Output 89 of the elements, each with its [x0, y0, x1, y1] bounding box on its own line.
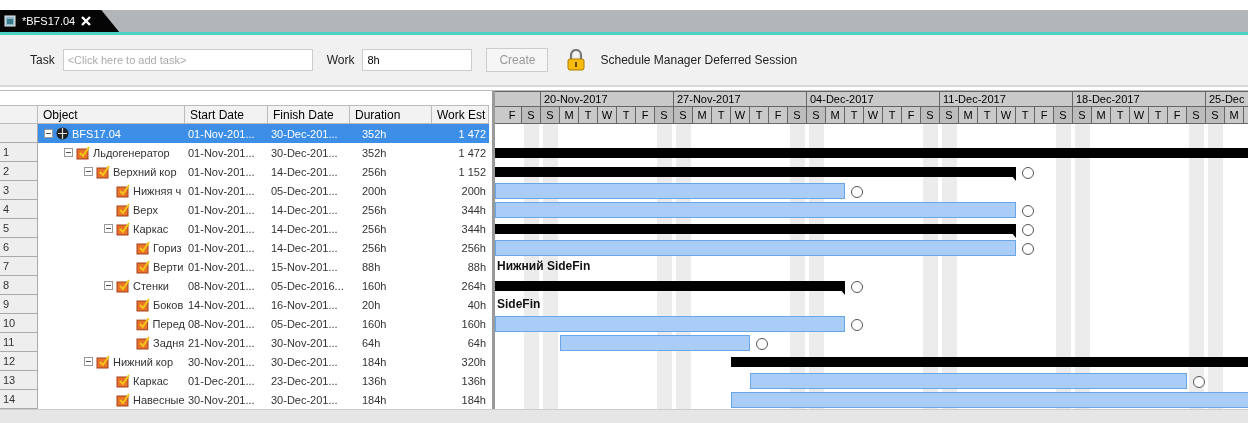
- task-icon: [136, 316, 150, 331]
- row-number: 6: [0, 238, 38, 257]
- week-header: 11-Dec-2017: [940, 91, 1073, 107]
- week-header: 27-Nov-2017: [674, 91, 807, 107]
- task-icon: [76, 145, 90, 160]
- row-number: 9: [0, 295, 38, 314]
- task-icon: [96, 354, 110, 369]
- work-label: Work: [326, 53, 355, 67]
- link-handle[interactable]: [851, 186, 863, 198]
- row-number: 10: [0, 314, 38, 333]
- row-number: 3: [0, 181, 38, 200]
- day-header: S: [940, 107, 959, 123]
- finish-date-cell: 30-Dec-201...: [268, 124, 350, 143]
- week-header: 18-Dec-2017: [1073, 91, 1206, 107]
- day-header: S: [674, 107, 693, 123]
- task-icon: [136, 335, 150, 350]
- link-handle[interactable]: [1022, 167, 1034, 179]
- day-header: S: [655, 107, 674, 123]
- day-header: S: [522, 107, 541, 123]
- day-header: S: [1206, 107, 1225, 123]
- session-text: Schedule Manager Deferred Session: [600, 53, 798, 67]
- row-number: 11: [0, 333, 38, 352]
- row-number: 13: [0, 371, 38, 390]
- column-header[interactable]: Object: [38, 105, 185, 124]
- day-header: S: [1073, 107, 1092, 123]
- close-icon[interactable]: [81, 16, 92, 26]
- day-header: S: [541, 107, 560, 123]
- task-icon: [116, 202, 130, 217]
- document-tab[interactable]: *BFS17.04: [0, 10, 120, 32]
- row-number: 4: [0, 200, 38, 219]
- task-icon: [116, 373, 130, 388]
- row-number: 2: [0, 162, 38, 181]
- task-icon: [116, 221, 130, 236]
- lock-icon: [566, 49, 587, 71]
- day-header: S: [1054, 107, 1073, 123]
- link-handle[interactable]: [1022, 205, 1034, 217]
- expander-icon[interactable]: [104, 224, 113, 233]
- task-field[interactable]: <Click here to add task>: [62, 49, 313, 71]
- week-header: 25-Dec: [1206, 91, 1248, 107]
- day-header: W: [1130, 107, 1149, 123]
- work-field[interactable]: 8h: [362, 49, 473, 71]
- task-icon: [96, 164, 110, 179]
- work-estimate-cell: 1 472: [432, 124, 489, 143]
- week-header: 20-Nov-2017: [541, 91, 674, 107]
- day-header: W: [731, 107, 750, 123]
- globe-icon: [56, 127, 69, 140]
- task-icon: [116, 392, 130, 407]
- day-header: S: [1187, 107, 1206, 123]
- link-handle[interactable]: [851, 281, 863, 293]
- day-header: W: [598, 107, 617, 123]
- column-header[interactable]: Start Date: [185, 105, 268, 124]
- day-header: S: [921, 107, 940, 123]
- start-date-cell: 01-Nov-201...: [185, 124, 268, 143]
- day-header: S: [788, 107, 807, 123]
- day-header: W: [997, 107, 1016, 123]
- expander-icon[interactable]: [44, 129, 53, 138]
- expander-icon[interactable]: [84, 167, 93, 176]
- row-number: [0, 124, 38, 143]
- link-handle[interactable]: [1022, 224, 1034, 236]
- task-icon: [116, 278, 130, 293]
- row-number: 5: [0, 219, 38, 238]
- bar-label: SideFin: [497, 297, 541, 311]
- column-header[interactable]: Finish Date: [268, 105, 350, 124]
- row-number: 14: [0, 390, 38, 409]
- row-number: 8: [0, 276, 38, 295]
- duration-cell: 352h: [350, 124, 432, 143]
- task-icon: [136, 297, 150, 312]
- column-header[interactable]: Work Est: [432, 105, 489, 124]
- expander-icon[interactable]: [104, 281, 113, 290]
- task-icon: [136, 240, 150, 255]
- day-header: W: [864, 107, 883, 123]
- link-handle[interactable]: [756, 338, 768, 350]
- horizontal-scrollbar[interactable]: [0, 409, 1248, 423]
- expander-icon[interactable]: [84, 357, 93, 366]
- task-icon: [116, 183, 130, 198]
- column-header[interactable]: Duration: [350, 105, 432, 124]
- document-icon: [4, 15, 16, 27]
- row-number: 12: [0, 352, 38, 371]
- day-header: S: [807, 107, 826, 123]
- row-number: 7: [0, 257, 38, 276]
- header-corner: [0, 105, 38, 124]
- task-label: Task: [30, 53, 55, 67]
- link-handle[interactable]: [851, 319, 863, 331]
- link-handle[interactable]: [1022, 243, 1034, 255]
- task-icon: [136, 259, 150, 274]
- expander-icon[interactable]: [64, 148, 73, 157]
- bar-label: Нижний SideFin: [497, 259, 591, 273]
- row-number: 1: [0, 143, 38, 162]
- week-header: 04-Dec-2017: [807, 91, 940, 107]
